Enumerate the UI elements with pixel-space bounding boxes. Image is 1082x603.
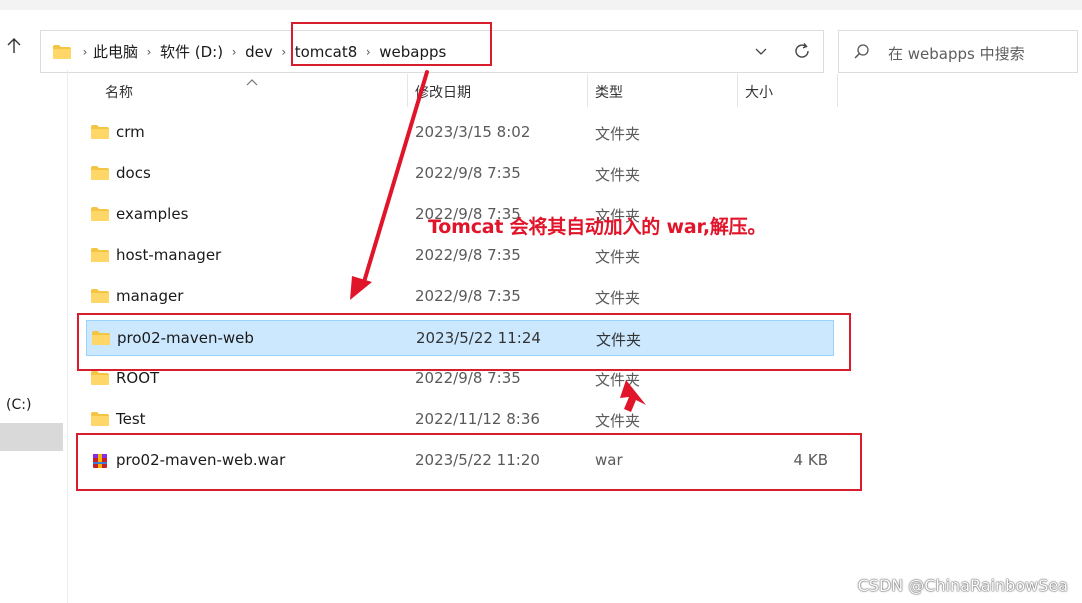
file-explorer-window: › 此电脑 › 软件 (D:) › dev › tomcat8 › webapp… — [0, 0, 1082, 603]
nav-item-c-drive[interactable]: (C:) — [6, 397, 31, 413]
file-name: docs — [116, 164, 151, 182]
column-header-size[interactable]: 大小 — [745, 82, 773, 102]
column-divider[interactable] — [587, 74, 588, 107]
file-row[interactable]: docs 2022/9/8 7:35 文件夹 — [86, 156, 834, 192]
folder-icon — [90, 370, 110, 390]
search-box[interactable]: 在 webapps 中搜索 — [838, 30, 1078, 73]
file-type: 文件夹 — [595, 412, 641, 430]
breadcrumb-item[interactable]: dev — [245, 43, 273, 61]
file-date: 2022/9/8 7:35 — [415, 287, 521, 305]
annotation-box-war-file — [76, 433, 862, 491]
file-date: 2023/3/15 8:02 — [415, 123, 531, 141]
column-header-type[interactable]: 类型 — [595, 82, 623, 102]
file-date: 2022/9/8 7:35 — [415, 246, 521, 264]
folder-icon — [90, 165, 110, 185]
file-row[interactable]: crm 2023/3/15 8:02 文件夹 — [86, 115, 834, 151]
nav-item-selected[interactable] — [0, 423, 63, 451]
folder-icon — [90, 247, 110, 267]
up-arrow-icon[interactable] — [2, 34, 26, 58]
column-divider[interactable] — [407, 74, 408, 107]
file-name: Test — [116, 410, 146, 428]
file-row[interactable]: manager 2022/9/8 7:35 文件夹 — [86, 279, 834, 315]
chevron-right-icon[interactable]: › — [77, 45, 93, 59]
file-name: examples — [116, 205, 189, 223]
title-strip — [0, 0, 1082, 10]
file-name: manager — [116, 287, 184, 305]
file-type: 文件夹 — [595, 371, 641, 389]
file-type: 文件夹 — [595, 125, 641, 143]
column-header-date[interactable]: 修改日期 — [415, 82, 471, 102]
refresh-icon[interactable] — [792, 41, 812, 61]
search-icon — [853, 43, 871, 65]
folder-icon — [90, 288, 110, 308]
file-name: crm — [116, 123, 145, 141]
breadcrumb-item[interactable]: 软件 (D:) — [160, 41, 223, 62]
navigation-pane: (C:) — [0, 70, 68, 603]
file-date: 2022/11/12 8:36 — [415, 410, 540, 428]
column-divider[interactable] — [837, 74, 838, 107]
file-type: 文件夹 — [595, 166, 641, 184]
file-type: 文件夹 — [595, 248, 641, 266]
watermark: CSDN @ChinaRainbowSea — [857, 576, 1068, 595]
folder-icon — [90, 206, 110, 226]
file-row[interactable]: host-manager 2022/9/8 7:35 文件夹 — [86, 238, 834, 274]
file-date: 2022/9/8 7:35 — [415, 164, 521, 182]
navigation-toolbar: › 此电脑 › 软件 (D:) › dev › tomcat8 › webapp… — [0, 10, 1082, 73]
folder-icon — [90, 124, 110, 144]
column-divider[interactable] — [737, 74, 738, 107]
file-name: ROOT — [116, 369, 160, 387]
annotation-text: Tomcat 会将其自动加入的 war,解压。 — [428, 216, 767, 238]
chevron-right-icon[interactable]: › — [223, 45, 245, 59]
annotation-box-breadcrumb — [291, 22, 492, 66]
chevron-down-icon[interactable] — [753, 43, 769, 59]
file-type: 文件夹 — [595, 289, 641, 307]
column-header-name[interactable]: 名称 — [105, 82, 133, 102]
sort-up-icon — [246, 71, 258, 86]
breadcrumb-item[interactable]: 此电脑 — [93, 41, 138, 62]
search-input[interactable]: 在 webapps 中搜索 — [888, 43, 1025, 64]
chevron-right-icon[interactable]: › — [138, 45, 160, 59]
annotation-box-extracted-folder — [77, 313, 851, 371]
file-name: host-manager — [116, 246, 222, 264]
folder-icon — [90, 411, 110, 431]
folder-icon — [52, 44, 72, 64]
file-date: 2022/9/8 7:35 — [415, 369, 521, 387]
